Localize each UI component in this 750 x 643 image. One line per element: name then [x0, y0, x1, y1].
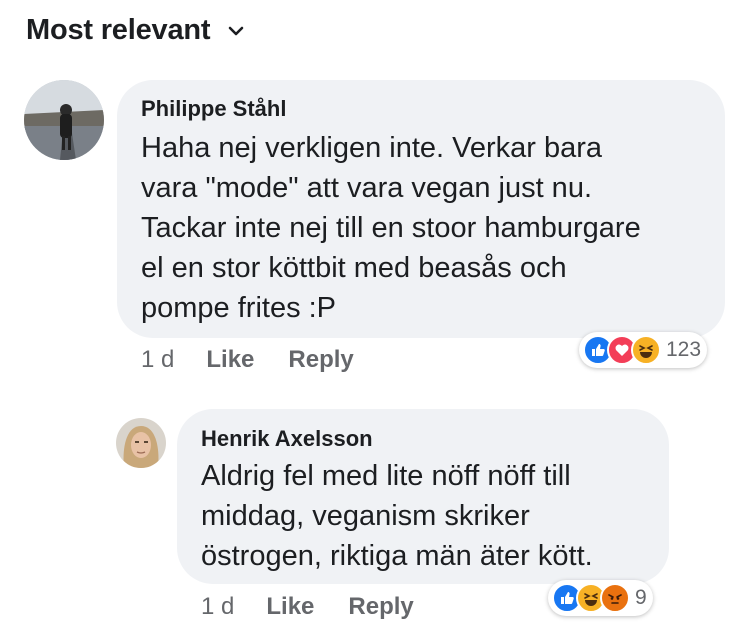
comment-author[interactable]: Philippe Ståhl: [141, 96, 286, 122]
sort-dropdown[interactable]: Most relevant: [26, 14, 246, 47]
comment-actions: 1 d Like Reply: [141, 346, 354, 374]
comment-actions: 1 d Like Reply: [201, 593, 414, 621]
reply-button[interactable]: Reply: [288, 346, 353, 374]
reaction-summary[interactable]: 9: [548, 580, 653, 616]
sort-label: Most relevant: [26, 14, 211, 46]
comment-timestamp[interactable]: 1 d: [201, 593, 234, 621]
comment-text: Aldrig fel med lite nöff nöff till midda…: [201, 460, 593, 572]
angry-reaction-icon: [600, 583, 630, 613]
chevron-down-icon: [226, 21, 246, 41]
reply-button[interactable]: Reply: [348, 593, 413, 621]
haha-reaction-icon: [631, 335, 661, 365]
comment-author[interactable]: Henrik Axelsson: [201, 426, 373, 452]
reaction-summary[interactable]: 123: [579, 332, 708, 368]
avatar[interactable]: [24, 80, 104, 160]
reaction-count: 9: [635, 586, 647, 609]
comment-timestamp[interactable]: 1 d: [141, 346, 174, 374]
like-button[interactable]: Like: [266, 593, 314, 621]
avatar[interactable]: [116, 418, 166, 468]
comment-text: Haha nej verkligen inte. Verkar bara var…: [141, 132, 641, 324]
reaction-count: 123: [666, 338, 702, 361]
like-button[interactable]: Like: [206, 346, 254, 374]
